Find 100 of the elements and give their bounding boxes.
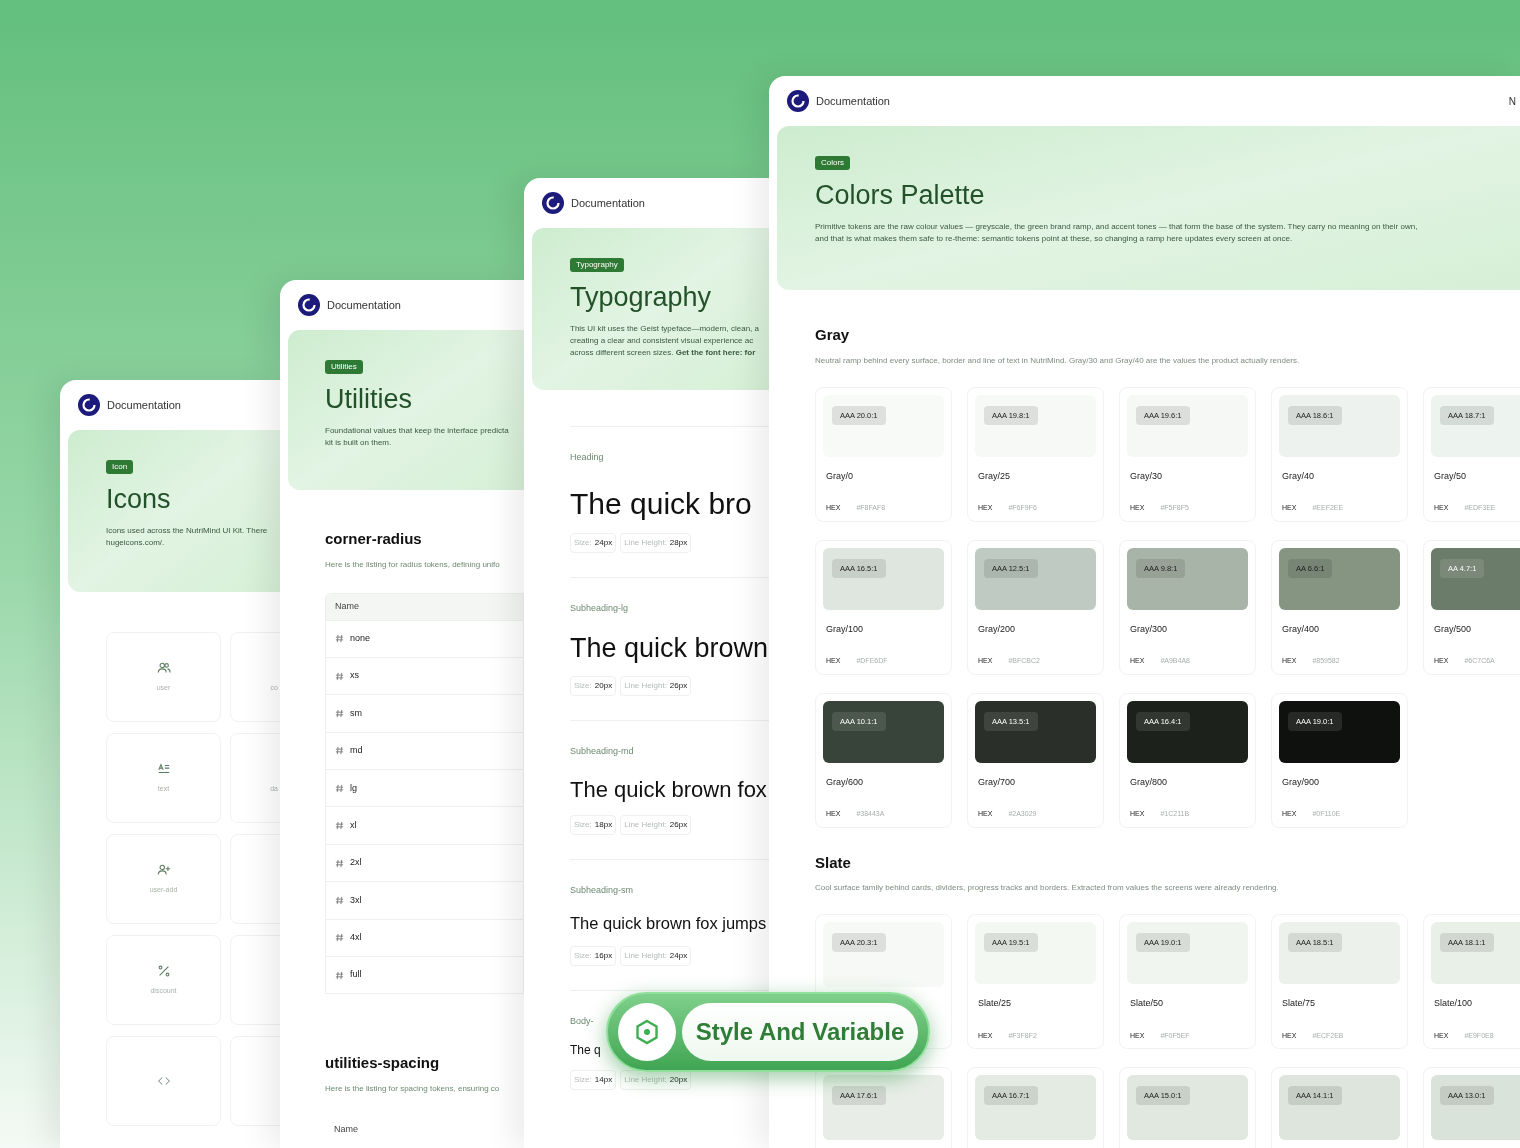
sample-text: The quick brown fox [570, 778, 767, 801]
color-name: Gray/700 [978, 775, 1017, 789]
color-name: Gray/200 [978, 622, 1017, 636]
hexagon-icon [634, 1019, 660, 1045]
nav-text: N [1508, 94, 1516, 109]
hash-icon [335, 858, 344, 868]
table-cell-text: none [350, 631, 371, 645]
color-name: Gray/800 [1130, 775, 1169, 789]
spec-value: 26px [669, 818, 688, 831]
color-name: Gray/100 [826, 622, 865, 636]
section-description: Here is the listing for spacing tokens, ensuring co [325, 1082, 501, 1095]
description-line: hugeicons.com/. [106, 537, 166, 549]
sample-text: The quick brown [570, 635, 769, 662]
table-cell: 2xl [350, 856, 362, 870]
table-cell-text: xl [350, 818, 357, 832]
icon-card[interactable] [230, 935, 280, 1025]
spec-label: Size: [574, 818, 592, 831]
category-badge: Icon [106, 460, 134, 474]
section-description: Neutral ramp behind every surface, border and line of text in NutriMind. Gray/30 and Gray/40 are the values the product actually renders. [815, 354, 1301, 367]
spec-label: Size: [574, 680, 592, 692]
users-icon [156, 660, 171, 675]
hash-icon [335, 671, 344, 681]
color-name: Slate/75 [1282, 997, 1317, 1010]
icon-card[interactable] [230, 1036, 280, 1126]
table-cell-text: 3xl [350, 893, 362, 907]
category-badge: Colors [815, 156, 851, 170]
table-cell: lg [350, 781, 357, 795]
spec-value: 24px [594, 536, 613, 549]
spec-value: 18px [594, 818, 613, 831]
spec-label: Line Height: [624, 536, 667, 549]
section-title: utilities-spacing [325, 1053, 441, 1074]
logo-icon [787, 90, 809, 112]
color-name: Gray/900 [1282, 775, 1321, 789]
table-cell: full [350, 968, 362, 982]
sample-text: The q [570, 1044, 601, 1056]
table-cell: md [350, 744, 363, 758]
icon-card[interactable] [230, 834, 280, 924]
color-name: Slate/25 [978, 997, 1013, 1010]
spec-label: Line Height: [624, 818, 667, 831]
spec-label: Size: [574, 949, 592, 962]
section-description: Here is the listing for radius tokens, defining unifo [325, 558, 501, 571]
style-label: Body- [570, 1014, 594, 1028]
description-line: and that is what makes them safe to re-theme: semantic tokens point at these, so changing a ramp here updates every screen at once. [815, 233, 1294, 245]
color-name: Gray/0 [826, 469, 854, 483]
description-line: Foundational values that keep the interface predicta [325, 425, 509, 437]
user-add-icon [156, 862, 171, 877]
icon-card[interactable] [106, 1036, 221, 1126]
description-line: Icons used across the NutriMind UI Kit. There [106, 525, 268, 537]
category-badge: Utilities [325, 360, 363, 374]
section-title: corner-radius [325, 529, 423, 549]
banner-label: Style And Variable [682, 1003, 918, 1061]
section-title: Gray [815, 325, 851, 345]
hash-icon [335, 634, 344, 644]
header-title: Documentation [107, 397, 181, 413]
color-name: Gray/500 [1434, 622, 1473, 636]
page-title: Colors Palette [815, 182, 985, 209]
hash-icon [335, 895, 344, 905]
spec-value: 20px [594, 680, 613, 692]
hash-icon [335, 933, 344, 943]
description-line: creating a clear and consistent visual experience ac [570, 335, 755, 347]
logo-icon [298, 294, 320, 316]
style-label: Heading [570, 451, 604, 464]
page-title: Utilities [325, 386, 412, 413]
spec-value: 20px [669, 1074, 688, 1086]
code-icon [156, 1074, 171, 1088]
header-title: Documentation [327, 297, 401, 313]
color-name: Gray/600 [826, 775, 865, 789]
logo-icon [542, 192, 564, 214]
hash-icon [335, 708, 344, 718]
color-name: Gray/400 [1282, 622, 1321, 636]
color-name: Gray/40 [1282, 469, 1315, 483]
spec-value: 28px [669, 536, 688, 549]
hash-icon [335, 746, 344, 756]
percent-icon [156, 963, 171, 978]
spec-label: Line Height: [624, 680, 667, 692]
logo-icon [78, 394, 100, 416]
sample-text: The quick brown fox jumps [570, 915, 767, 932]
description-line: across different screen sizes. Get the font here: for [570, 347, 757, 359]
spec-value: 26px [669, 680, 688, 692]
sample-text: The quick bro [570, 488, 752, 519]
spec-value: 14px [594, 1074, 613, 1086]
header-title: Documentation [571, 195, 645, 211]
spec-label: Size: [574, 1074, 592, 1086]
hash-icon [335, 970, 344, 980]
page-title: Typography [570, 284, 712, 311]
header-title: Documentation [816, 93, 890, 109]
section-title: Slate [815, 852, 852, 873]
spec-label: Size: [574, 536, 592, 549]
hash-icon [335, 821, 344, 831]
style-label: Subheading-sm [570, 883, 634, 897]
description-line: kit is built on them. [325, 437, 393, 449]
hash-icon [335, 783, 344, 793]
table-cell: 4xl [350, 931, 362, 945]
color-name: Gray/50 [1434, 469, 1467, 483]
color-name: Slate/50 [1130, 997, 1165, 1010]
description-line: Primitive tokens are the raw colour values — greyscale, the green brand ramp, and accent tones — that form the base of the system. They carry no meaning on their own, [815, 221, 1418, 233]
color-name: Gray/30 [1130, 469, 1163, 483]
description-line: This UI kit uses the Geist typeface—modern, clean, a [570, 323, 759, 335]
color-name: Gray/25 [978, 469, 1011, 483]
color-name: Gray/300 [1130, 622, 1169, 636]
